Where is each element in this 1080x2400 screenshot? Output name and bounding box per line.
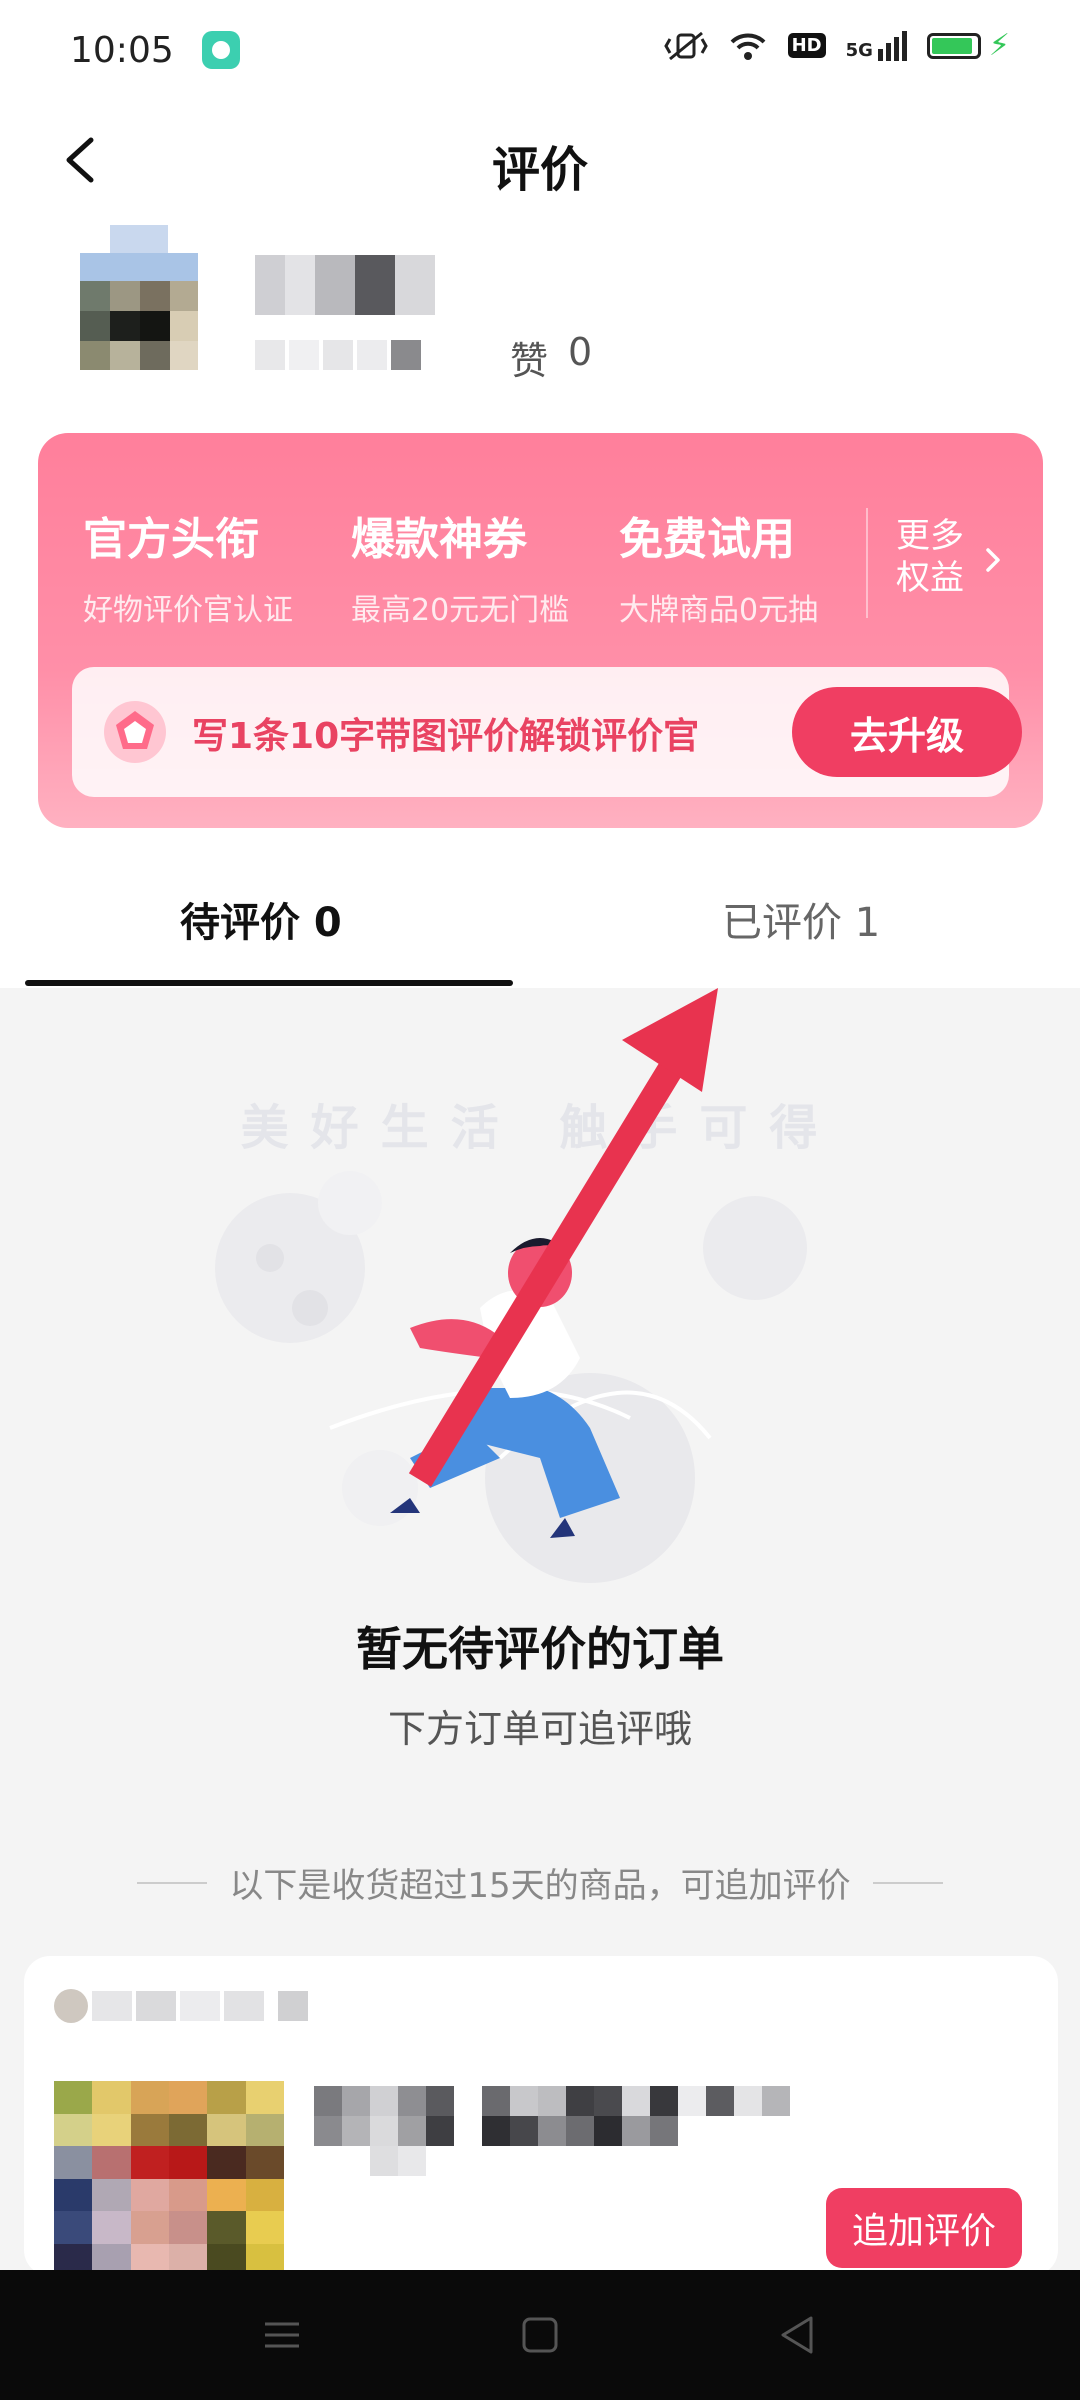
app-notification-icon: [201, 31, 240, 69]
likes-count: 赞 0: [510, 330, 592, 385]
divider: [137, 1881, 208, 1884]
tab-reviewed[interactable]: 已评价 1: [722, 890, 880, 948]
divider: [872, 1881, 943, 1884]
pending-review-content: 美好生活 触手可得 暂无待评价的订单 下方订单可追评哦 以下是收货超过15天的商…: [0, 988, 1080, 2276]
status-icons: HD 5G ⚡: [663, 28, 1010, 63]
menu-icon[interactable]: [257, 2310, 307, 2360]
benefit-title: 免费试用: [619, 514, 795, 565]
likes-value: 0: [568, 330, 593, 374]
home-icon[interactable]: [515, 2310, 565, 2360]
chevron-right-icon[interactable]: [978, 545, 1008, 575]
benefit-subtitle: 大牌商品0元抽: [619, 593, 819, 628]
follow-up-review-button[interactable]: 追加评价: [826, 2188, 1022, 2268]
avatar[interactable]: [80, 225, 198, 370]
follow-up-hint: 以下是收货超过15天的商品，可追加评价: [229, 1866, 851, 1906]
review-tabs: 待评价 0 已评价 1: [0, 870, 1080, 990]
divider: [866, 508, 868, 618]
empty-state-title: 暂无待评价的订单: [356, 1622, 724, 1676]
unlock-text: 写1条10字带图评价解锁评价官: [192, 716, 700, 757]
profile-info-redacted: [255, 340, 455, 370]
product-thumbnail[interactable]: [54, 2081, 284, 2276]
reviewer-badge-icon: [104, 701, 166, 763]
benefit-title: 官方头衔: [83, 514, 259, 565]
status-bar: 10:05 HD 5G ⚡: [0, 0, 1080, 100]
hd-icon: HD: [787, 33, 826, 58]
benefit-item[interactable]: 官方头衔 好物评价官认证: [83, 503, 351, 629]
benefit-title: 爆款神券: [351, 514, 527, 565]
back-nav-icon[interactable]: [773, 2310, 823, 2360]
benefit-item[interactable]: 免费试用 大牌商品0元抽: [619, 503, 887, 629]
nickname-redacted: [255, 255, 435, 315]
charging-icon: ⚡: [988, 28, 1010, 63]
upgrade-button[interactable]: 去升级: [792, 687, 1022, 777]
benefit-list: 官方头衔 好物评价官认证 爆款神券 最高20元无门槛 免费试用 大牌商品0元抽: [83, 503, 887, 629]
follow-up-section-header: 以下是收货超过15天的商品，可追加评价: [0, 1858, 1080, 1907]
order-card[interactable]: 追加评价: [24, 1956, 1058, 2276]
reviewer-benefits-card: 官方头衔 好物评价官认证 爆款神券 最高20元无门槛 免费试用 大牌商品0元抽 …: [38, 433, 1043, 828]
tab-pending-review[interactable]: 待评价 0: [180, 890, 342, 948]
empty-state-illustration: [215, 1171, 807, 1583]
page-title: 评价: [491, 142, 588, 198]
unlock-reviewer-bar: 写1条10字带图评价解锁评价官 去升级: [72, 667, 1022, 797]
likes-label: 赞: [510, 339, 549, 383]
shop-name-redacted[interactable]: [54, 1986, 308, 2026]
status-time: 10:05: [70, 29, 174, 71]
wifi-icon: [730, 33, 765, 60]
product-title-redacted[interactable]: [314, 2086, 1034, 2176]
empty-state-subtitle: 下方订单可追评哦: [387, 1707, 692, 1751]
user-profile: 赞 0: [80, 225, 1000, 383]
slogan-watermark: 美好生活 触手可得: [240, 1100, 840, 1156]
battery-icon: [926, 32, 981, 59]
app-root: 10:05 HD 5G ⚡ 评价 赞 0 官方头衔 好物评价官认证 爆款神券 最…: [0, 0, 1080, 2400]
header: 评价: [0, 110, 1080, 210]
network-type-label: 5G: [845, 39, 873, 61]
benefit-item[interactable]: 爆款神券 最高20元无门槛: [351, 503, 619, 629]
more-benefits-link[interactable]: 更多权益: [896, 515, 986, 599]
benefit-subtitle: 最高20元无门槛: [351, 593, 570, 628]
system-navigation-bar: [0, 2270, 1080, 2400]
signal-icon: 5G: [845, 30, 907, 61]
active-tab-indicator: [25, 980, 513, 986]
vibrate-off-icon: [663, 31, 708, 60]
benefit-subtitle: 好物评价官认证: [83, 593, 293, 628]
